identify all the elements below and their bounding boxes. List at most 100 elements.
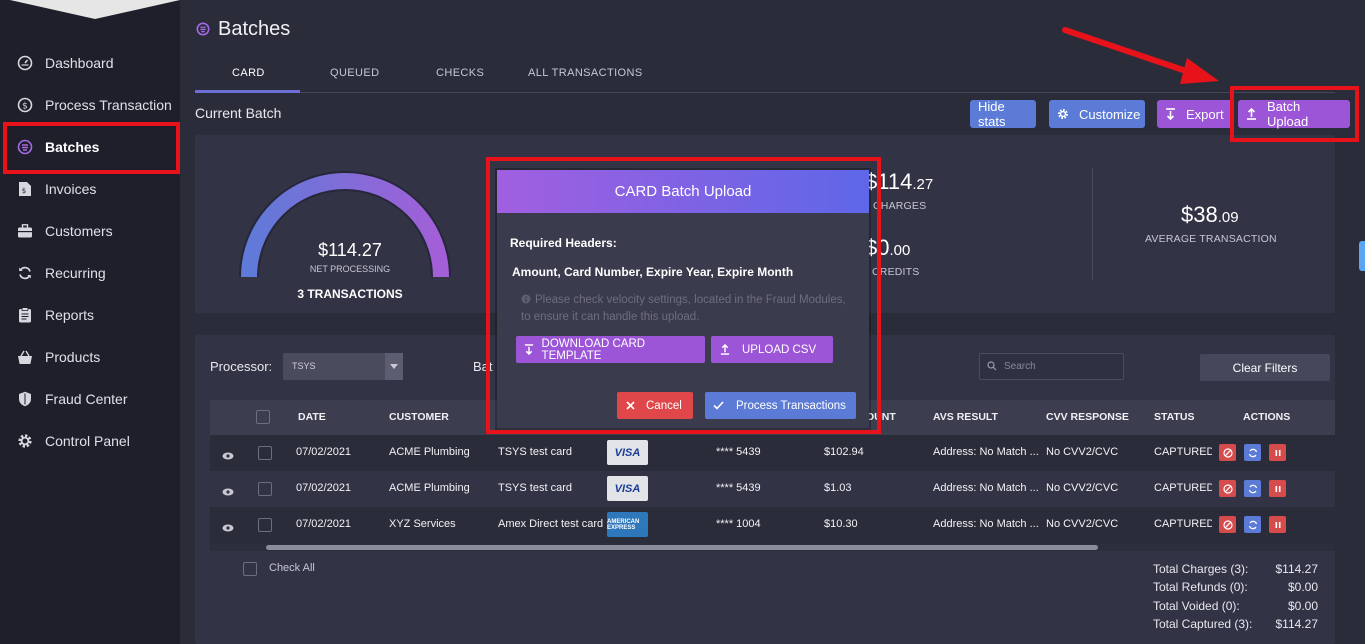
download-icon bbox=[1165, 108, 1176, 120]
sidebar-item-batches[interactable]: Batches bbox=[0, 126, 180, 168]
refresh-icon[interactable] bbox=[1244, 516, 1261, 533]
void-icon[interactable] bbox=[1219, 516, 1236, 533]
refresh-icon[interactable] bbox=[1244, 480, 1261, 497]
processor-value: TSYS bbox=[292, 361, 316, 371]
sidebar-item-customers[interactable]: Customers bbox=[0, 210, 180, 252]
sidebar-item-control-panel[interactable]: Control Panel bbox=[0, 420, 180, 462]
cell-cvv: No CVV2/CVC bbox=[1046, 482, 1119, 494]
check-icon bbox=[705, 392, 731, 419]
col-cvv-response[interactable]: CVV RESPONSE bbox=[1046, 411, 1129, 423]
gear-icon bbox=[1057, 108, 1069, 120]
sidebar-item-recurring[interactable]: Recurring bbox=[0, 252, 180, 294]
cell-description: Amex Direct test card bbox=[498, 518, 604, 530]
sidebar-item-products[interactable]: Products bbox=[0, 336, 180, 378]
tab-all-transactions[interactable]: ALL TRANSACTIONS bbox=[528, 67, 643, 79]
pause-icon[interactable] bbox=[1269, 516, 1286, 533]
amex-card-icon: AMERICAN EXPRESS bbox=[607, 512, 648, 537]
batch-upload-button[interactable]: Batch Upload bbox=[1238, 99, 1350, 129]
processor-select[interactable]: TSYS bbox=[283, 353, 403, 380]
download-card-template-label: DOWNLOAD CARD TEMPLATE bbox=[541, 337, 646, 362]
velocity-note-text: Please check velocity settings, located … bbox=[521, 294, 846, 323]
annotation-arrow-icon bbox=[1062, 27, 1219, 84]
col-date[interactable]: DATE bbox=[298, 411, 326, 423]
gauge-label: NET PROCESSING bbox=[309, 264, 391, 274]
tab-card[interactable]: CARD bbox=[232, 67, 265, 79]
upload-csv-button[interactable]: UPLOAD CSV bbox=[711, 336, 833, 363]
logo-chevron bbox=[10, 0, 180, 19]
search-input[interactable]: Search bbox=[979, 353, 1124, 380]
eye-icon[interactable] bbox=[222, 483, 234, 501]
upload-csv-label: UPLOAD CSV bbox=[742, 343, 817, 356]
cell-status: CAPTURED bbox=[1154, 518, 1212, 530]
cell-customer: XYZ Services bbox=[389, 518, 456, 530]
export-button[interactable]: Export bbox=[1157, 100, 1233, 128]
table-row[interactable]: 07/02/2021 ACME Plumbing TSYS test card … bbox=[210, 435, 1335, 471]
void-icon[interactable] bbox=[1219, 444, 1236, 461]
cell-card-number: **** 1004 bbox=[716, 518, 761, 530]
void-icon[interactable] bbox=[1219, 480, 1236, 497]
shield-icon bbox=[16, 390, 34, 408]
total-voided-value: $0.00 bbox=[1287, 599, 1318, 613]
sidebar: Dashboard $ Process Transaction Batches … bbox=[0, 0, 180, 644]
transaction-count: 3 TRANSACTIONS bbox=[297, 287, 403, 301]
header-checkbox[interactable] bbox=[256, 410, 270, 424]
row-checkbox[interactable] bbox=[258, 482, 272, 496]
table-row[interactable]: 07/02/2021 ACME Plumbing TSYS test card … bbox=[210, 471, 1335, 507]
sidebar-item-label: Process Transaction bbox=[45, 97, 172, 113]
cell-date: 07/02/2021 bbox=[296, 518, 352, 530]
sidebar-item-dashboard[interactable]: Dashboard bbox=[0, 42, 180, 84]
cell-customer: ACME Plumbing bbox=[389, 482, 470, 494]
dashboard-gauge-icon bbox=[16, 54, 34, 72]
batch-upload-modal: CARD Batch Upload Required Headers: Amou… bbox=[497, 170, 869, 428]
download-card-template-button[interactable]: DOWNLOAD CARD TEMPLATE bbox=[516, 336, 705, 363]
refresh-icon[interactable] bbox=[1244, 444, 1261, 461]
svg-text:$: $ bbox=[22, 102, 28, 112]
clear-filters-button[interactable]: Clear Filters bbox=[1200, 354, 1330, 381]
col-avs-result[interactable]: AVS RESULT bbox=[933, 411, 998, 423]
cell-avs: Address: No Match ... bbox=[933, 482, 1039, 494]
cell-cvv: No CVV2/CVC bbox=[1046, 518, 1119, 530]
customize-label: Customize bbox=[1079, 106, 1141, 122]
col-status[interactable]: STATUS bbox=[1154, 411, 1194, 423]
side-edge-tab[interactable] bbox=[1359, 241, 1365, 271]
row-checkbox[interactable] bbox=[258, 446, 272, 460]
modal-title: CARD Batch Upload bbox=[497, 170, 869, 213]
batches-icon bbox=[16, 138, 34, 156]
chevron-down-icon bbox=[385, 353, 403, 380]
clipboard-icon bbox=[16, 306, 34, 324]
velocity-note: Please check velocity settings, located … bbox=[521, 292, 851, 325]
sidebar-item-reports[interactable]: Reports bbox=[0, 294, 180, 336]
sidebar-item-invoices[interactable]: $ Invoices bbox=[0, 168, 180, 210]
tab-checks[interactable]: CHECKS bbox=[436, 67, 484, 79]
batch-upload-label: Batch Upload bbox=[1267, 99, 1309, 129]
table-row[interactable]: 07/02/2021 XYZ Services Amex Direct test… bbox=[210, 507, 1335, 543]
cancel-button[interactable]: Cancel bbox=[617, 392, 693, 419]
customize-button[interactable]: Customize bbox=[1049, 100, 1145, 128]
processor-label: Processor: bbox=[210, 359, 273, 374]
search-icon bbox=[987, 361, 997, 374]
total-refunds-value: $0.00 bbox=[1287, 580, 1318, 594]
check-all-checkbox[interactable] bbox=[243, 562, 257, 576]
row-checkbox[interactable] bbox=[258, 518, 272, 532]
sidebar-item-label: Products bbox=[45, 349, 101, 365]
col-customer[interactable]: CUSTOMER bbox=[389, 411, 449, 423]
sidebar-item-fraud-center[interactable]: Fraud Center bbox=[0, 378, 180, 420]
sidebar-item-label: Control Panel bbox=[45, 433, 130, 449]
scrollbar-thumb[interactable] bbox=[266, 545, 1098, 550]
tab-queued[interactable]: QUEUED bbox=[330, 67, 379, 79]
hide-stats-button[interactable]: Hide stats bbox=[970, 99, 1036, 129]
eye-icon[interactable] bbox=[222, 447, 234, 465]
pause-icon[interactable] bbox=[1269, 480, 1286, 497]
dollar-circle-icon: $ bbox=[16, 96, 34, 114]
section-title: Current Batch bbox=[195, 105, 282, 121]
eye-icon[interactable] bbox=[222, 519, 234, 537]
cell-amount: $1.03 bbox=[824, 482, 852, 494]
pause-icon[interactable] bbox=[1269, 444, 1286, 461]
sidebar-item-process-transaction[interactable]: $ Process Transaction bbox=[0, 84, 180, 126]
cell-customer: ACME Plumbing bbox=[389, 446, 470, 458]
process-transactions-button[interactable]: Process Transactions bbox=[705, 392, 856, 419]
invoice-icon: $ bbox=[16, 180, 34, 198]
col-amount[interactable]: OUNT bbox=[866, 411, 896, 423]
cell-card-number: **** 5439 bbox=[716, 482, 761, 494]
visa-card-icon: VISA bbox=[607, 476, 648, 501]
